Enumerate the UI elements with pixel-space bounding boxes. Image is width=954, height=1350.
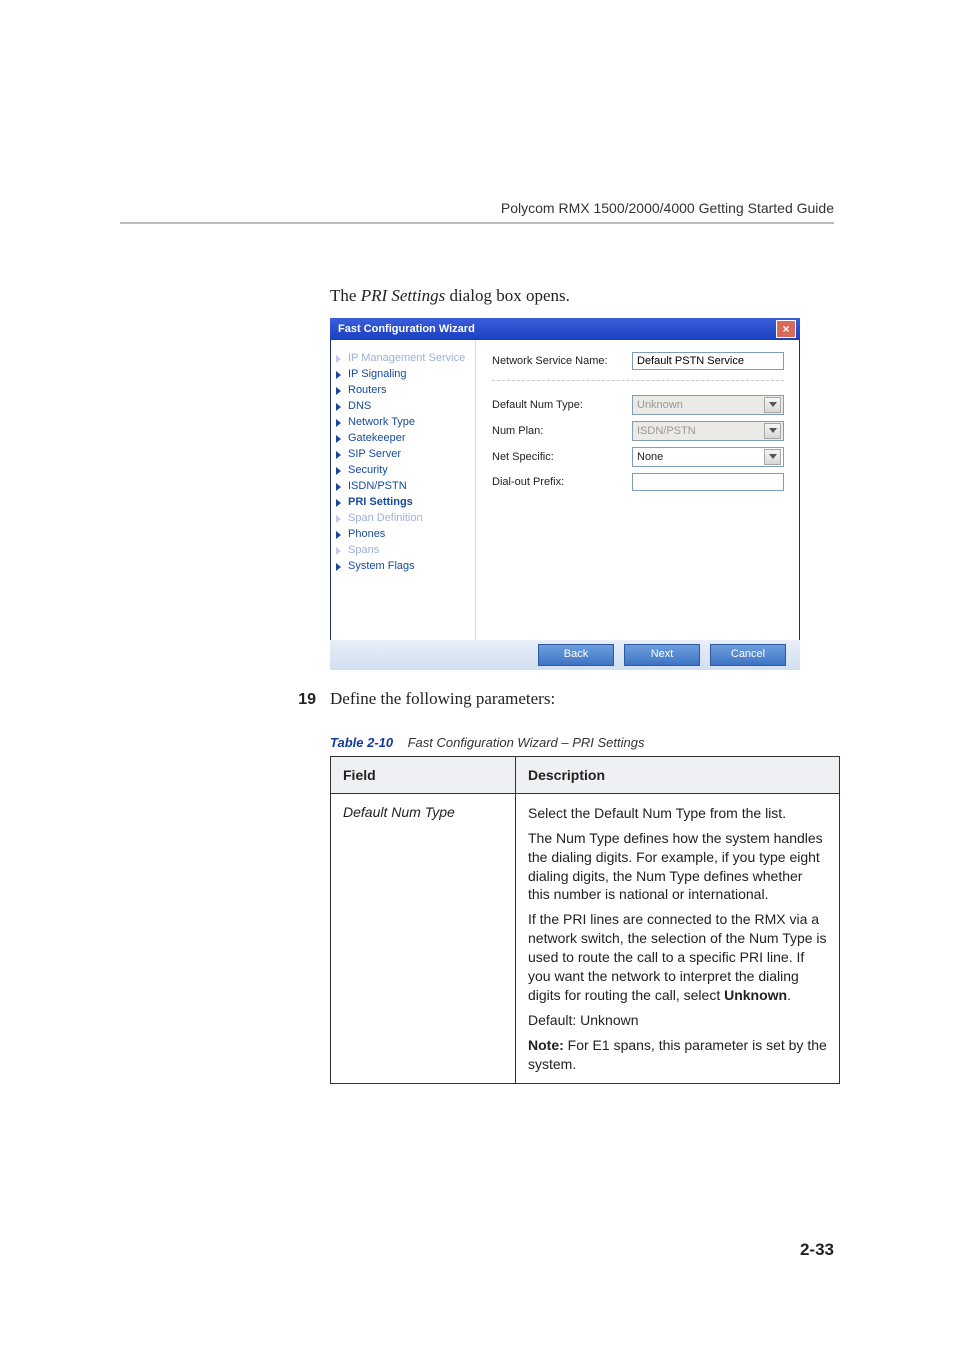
nav-item-isdn-pstn[interactable]: ISDN/PSTN [336,478,469,494]
label-network-service-name: Network Service Name: [492,355,622,367]
next-button[interactable]: Next [624,644,700,666]
back-button[interactable]: Back [538,644,614,666]
nav-item-dns[interactable]: DNS [336,398,469,414]
desc-p5-text: For E1 spans, this parameter is set by t… [528,1037,827,1072]
row-dial-out-prefix: Dial-out Prefix: [492,473,784,491]
select-default-num-type: Unknown [632,395,784,415]
dialog-titlebar: Fast Configuration Wizard × [330,318,800,340]
label-net-specific: Net Specific: [492,451,622,463]
desc-p5-label: Note: [528,1037,564,1053]
cancel-button[interactable]: Cancel [710,644,786,666]
nav-item-pri-settings[interactable]: PRI Settings [336,494,469,510]
nav-item-phones[interactable]: Phones [336,526,469,542]
desc-p5: Note: For E1 spans, this parameter is se… [528,1036,827,1074]
table-header-row: Field Description [331,756,840,793]
chevron-down-icon [764,397,781,413]
wizard-nav: IP Management ServiceIP SignalingRouters… [330,340,476,640]
row-network-service-name: Network Service Name: [492,352,784,370]
desc-p3: If the PRI lines are connected to the RM… [528,910,827,1004]
nav-item-sip-server[interactable]: SIP Server [336,446,469,462]
input-dial-out-prefix[interactable] [632,473,784,491]
intro-italic: PRI Settings [361,286,446,305]
nav-item-span-definition: Span Definition [336,510,469,526]
desc-p3-bold: Unknown [724,987,787,1003]
nav-item-system-flags[interactable]: System Flags [336,558,469,574]
input-network-service-name[interactable] [632,352,784,370]
page-number: 2-33 [800,1240,834,1260]
step-text: Define the following parameters: [330,688,555,711]
select-net-specific[interactable]: None [632,447,784,467]
desc-p3b: . [787,987,791,1003]
table-caption: Table 2-10 Fast Configuration Wizard – P… [330,735,840,750]
desc-p4: Default: Unknown [528,1011,827,1030]
nav-item-ip-signaling[interactable]: IP Signaling [336,366,469,382]
wizard-panel: Network Service Name: Default Num Type: … [476,340,800,640]
label-default-num-type: Default Num Type: [492,399,622,411]
desc-p1: Select the Default Num Type from the lis… [528,804,827,823]
dialog-title: Fast Configuration Wizard [338,323,475,335]
panel-divider [492,380,784,381]
th-field: Field [331,756,516,793]
running-header: Polycom RMX 1500/2000/4000 Getting Start… [501,200,834,216]
page: Polycom RMX 1500/2000/4000 Getting Start… [0,0,954,1350]
table-row: Default Num Type Select the Default Num … [331,793,840,1084]
select-num-plan-value: ISDN/PSTN [637,425,696,437]
row-num-plan: Num Plan: ISDN/PSTN [492,421,784,441]
header-rule [120,222,834,224]
nav-item-routers[interactable]: Routers [336,382,469,398]
close-icon[interactable]: × [776,320,796,338]
label-num-plan: Num Plan: [492,425,622,437]
intro-suffix: dialog box opens. [445,286,570,305]
desc-p2: The Num Type defines how the system hand… [528,829,827,905]
intro-paragraph: The PRI Settings dialog box opens. [330,285,840,308]
nav-item-ip-management-service: IP Management Service [336,350,469,366]
select-net-specific-value: None [637,451,663,463]
nav-item-security[interactable]: Security [336,462,469,478]
td-description: Select the Default Num Type from the lis… [516,793,840,1084]
page-body: The PRI Settings dialog box opens. Fast … [330,285,840,1084]
step-19: 19 Define the following parameters: [288,688,840,721]
table-caption-number: Table 2-10 [330,735,393,750]
intro-prefix: The [330,286,361,305]
th-description: Description [516,756,840,793]
select-num-plan: ISDN/PSTN [632,421,784,441]
dialog-content: IP Management ServiceIP SignalingRouters… [330,340,800,640]
nav-item-spans: Spans [336,542,469,558]
nav-item-gatekeeper[interactable]: Gatekeeper [336,430,469,446]
table-caption-title: Fast Configuration Wizard – PRI Settings [408,735,645,750]
step-number: 19 [288,691,316,709]
td-field: Default Num Type [331,793,516,1084]
chevron-down-icon [764,423,781,439]
row-net-specific: Net Specific: None [492,447,784,467]
chevron-down-icon [764,449,781,465]
wizard-dialog: Fast Configuration Wizard × IP Managemen… [330,318,800,670]
select-default-num-type-value: Unknown [637,399,683,411]
label-dial-out-prefix: Dial-out Prefix: [492,476,622,488]
nav-item-network-type[interactable]: Network Type [336,414,469,430]
dialog-buttons: Back Next Cancel [330,640,800,670]
pri-settings-table: Field Description Default Num Type Selec… [330,756,840,1085]
row-default-num-type: Default Num Type: Unknown [492,395,784,415]
